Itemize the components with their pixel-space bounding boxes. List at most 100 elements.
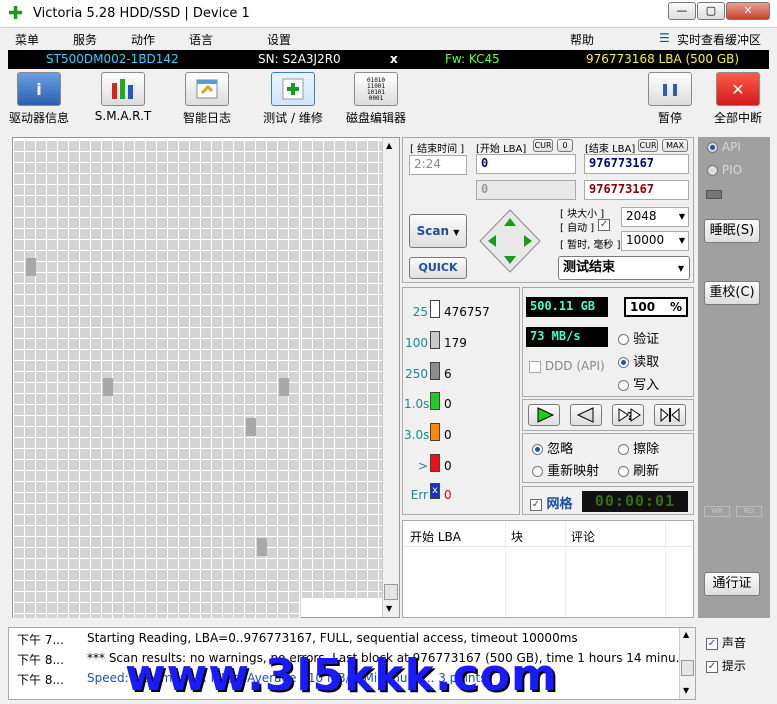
test-repair-button[interactable]: 测试 / 维修	[258, 72, 328, 128]
smart-label: S.M.A.R.T	[94, 109, 152, 123]
menu-cache-view[interactable]: 实时查看缓冲区	[677, 31, 761, 48]
hints-option[interactable]: ✓ 提示	[706, 657, 746, 674]
grid-scrollbar[interactable]: ▲ ▼	[382, 138, 399, 617]
direction-pad-icon[interactable]	[478, 208, 542, 274]
api-label: API	[721, 140, 741, 154]
start-zero-button[interactable]: 0	[557, 139, 573, 152]
verify-radio[interactable]	[618, 334, 629, 345]
scroll-thumb[interactable]	[384, 584, 398, 600]
smart-icon	[101, 72, 145, 106]
device-close-mark[interactable]: x	[390, 52, 398, 66]
block-size-select[interactable]: 2048 ▼	[621, 207, 689, 227]
reverse-button[interactable]	[570, 404, 602, 426]
scroll-down-icon[interactable]: ▼	[683, 686, 689, 695]
skip-icon: ?	[618, 408, 641, 423]
end-time-input[interactable]: 2:24	[409, 155, 467, 175]
smart-button[interactable]: S.M.A.R.T	[90, 72, 156, 128]
log-scrollbar[interactable]: ▲ ▼	[679, 628, 695, 699]
scroll-up-icon[interactable]: ▲	[386, 141, 392, 150]
read-option[interactable]: 读取	[618, 351, 659, 370]
skip-button[interactable]: ?	[612, 404, 644, 426]
sound-checkbox[interactable]: ✓	[706, 637, 718, 650]
smart-log-button[interactable]: 智能日志	[174, 72, 240, 128]
hints-checkbox[interactable]: ✓	[706, 660, 718, 673]
device-info-bar[interactable]: ST500DM002-1BD142 SN: S2A3J2R0 x Fw: KC4…	[8, 50, 769, 69]
verify-option[interactable]: 验证	[618, 328, 659, 347]
menu-service[interactable]: 服务	[73, 31, 97, 48]
scroll-down-icon[interactable]: ▼	[386, 604, 392, 613]
results-table: 开始 LBA 块 评论	[402, 520, 694, 618]
maximize-button[interactable]: ▢	[697, 2, 725, 20]
pio-label: PIO	[721, 163, 743, 177]
timer-display: 00:00:01	[582, 491, 688, 512]
quick-button[interactable]: QUICK	[409, 257, 467, 279]
read-label: 读取	[633, 355, 660, 370]
scan-button[interactable]: Scan ▼	[409, 214, 467, 248]
passport-button[interactable]: 通行证	[704, 572, 760, 596]
minimize-button[interactable]: —	[668, 2, 696, 20]
scroll-up-icon[interactable]: ▲	[683, 630, 689, 639]
read-radio[interactable]	[618, 357, 629, 368]
start-lba-input[interactable]: 0	[476, 154, 576, 174]
grid-toggle[interactable]: ✓ 网格	[530, 493, 573, 512]
disk-editor-label: 磁盘编辑器	[345, 111, 406, 125]
grid-block-slow	[26, 258, 36, 276]
ddd-api-checkbox-row[interactable]: DDD (API)	[529, 359, 605, 373]
menu-language[interactable]: 语言	[189, 31, 213, 48]
refresh-radio[interactable]	[618, 466, 629, 477]
play-button[interactable]	[528, 404, 560, 426]
info-icon: i	[17, 72, 61, 106]
refresh-option[interactable]: 刷新	[618, 460, 659, 479]
pio-option[interactable]: PIO	[707, 163, 742, 177]
sound-option[interactable]: ✓ 声音	[706, 634, 746, 651]
watermark: www.3l5kkk.com	[125, 650, 558, 701]
timeout-select[interactable]: 10000 ▼	[621, 231, 689, 251]
ignore-radio[interactable]	[532, 444, 543, 455]
column-divider	[505, 521, 506, 617]
timeout-label: [ 暂时, 毫秒 ]	[560, 240, 621, 251]
close-button[interactable]: ✕	[726, 2, 770, 20]
disk-editor-button[interactable]: 01010 11001 10101 0001 磁盘编辑器	[344, 72, 408, 128]
erase-radio[interactable]	[618, 444, 629, 455]
auto-checkbox[interactable]: ✓	[598, 219, 610, 231]
menu-settings[interactable]: 设置	[267, 31, 291, 48]
api-option[interactable]: API	[707, 140, 741, 154]
menu-main[interactable]: 菜单	[15, 31, 39, 48]
drive-info-button[interactable]: i 驱动器信息	[6, 72, 72, 128]
legend-count: 476757	[444, 305, 490, 319]
column-header[interactable]: 开始 LBA	[410, 528, 461, 545]
remap-option[interactable]: 重新映射	[532, 460, 599, 479]
end-lba-input[interactable]: 976773167	[584, 154, 689, 174]
mode-select[interactable]: 测试结束 ▼	[558, 256, 690, 280]
end-button[interactable]	[654, 404, 686, 426]
minimize-icon: —	[676, 4, 688, 17]
legend-label: 250	[405, 367, 428, 381]
write-option[interactable]: 写入	[618, 374, 659, 393]
ddd-api-checkbox[interactable]	[529, 360, 541, 373]
column-header[interactable]: 评论	[571, 528, 595, 545]
menu-help[interactable]: 帮助	[570, 31, 594, 48]
end-cur-button[interactable]: CUR	[638, 139, 658, 152]
write-radio[interactable]	[618, 380, 629, 391]
scroll-thumb[interactable]	[681, 660, 694, 676]
abort-all-button[interactable]: ✕ 全部中断	[710, 72, 766, 128]
column-header[interactable]: 块	[511, 528, 523, 545]
erase-option[interactable]: 擦除	[618, 438, 659, 457]
sleep-button[interactable]: 睡眠(S)	[704, 219, 760, 243]
block-map-grid-right	[301, 140, 382, 598]
maximize-icon: ▢	[705, 4, 717, 17]
recalibrate-button[interactable]: 重校(C)	[704, 281, 760, 305]
pause-button[interactable]: ❚❚ 暂停	[648, 72, 692, 128]
start-cur-button[interactable]: CUR	[533, 139, 553, 152]
log-row: 下午 8... Speed: Maximum ... MB/s. Average …	[17, 671, 487, 688]
grid-block-slow	[257, 538, 267, 556]
api-radio[interactable]	[707, 142, 718, 153]
end-max-button[interactable]: MAX	[662, 139, 688, 152]
remap-radio[interactable]	[532, 466, 543, 477]
hints-label: 提示	[721, 659, 746, 673]
ignore-option[interactable]: 忽略	[532, 438, 573, 457]
pio-radio[interactable]	[707, 165, 718, 176]
percent-value: 100	[630, 300, 656, 314]
grid-checkbox[interactable]: ✓	[530, 498, 542, 511]
menu-action[interactable]: 动作	[131, 31, 155, 48]
